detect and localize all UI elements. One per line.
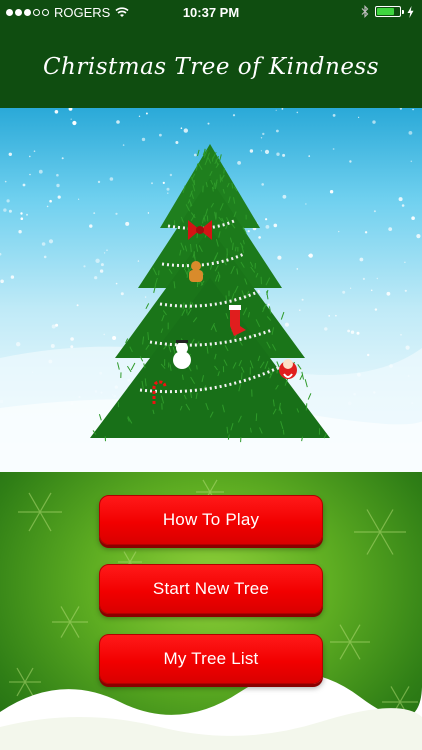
snowy-sky-background — [0, 108, 422, 472]
clock: 10:37 PM — [182, 5, 240, 20]
battery-icon — [375, 6, 404, 17]
status-bar: ROGERS 10:37 PM — [0, 0, 422, 26]
charging-icon — [407, 5, 414, 18]
status-right — [361, 5, 414, 18]
tree-icon — [90, 144, 330, 443]
title-bar: Christmas Tree of Kindness — [0, 26, 422, 108]
my-tree-list-button[interactable]: My Tree List — [99, 634, 323, 684]
how-to-play-button[interactable]: How To Play — [99, 495, 323, 545]
app-title: Christmas Tree of Kindness — [42, 54, 380, 80]
start-new-tree-button[interactable]: Start New Tree — [99, 564, 323, 614]
bluetooth-icon — [361, 5, 369, 18]
